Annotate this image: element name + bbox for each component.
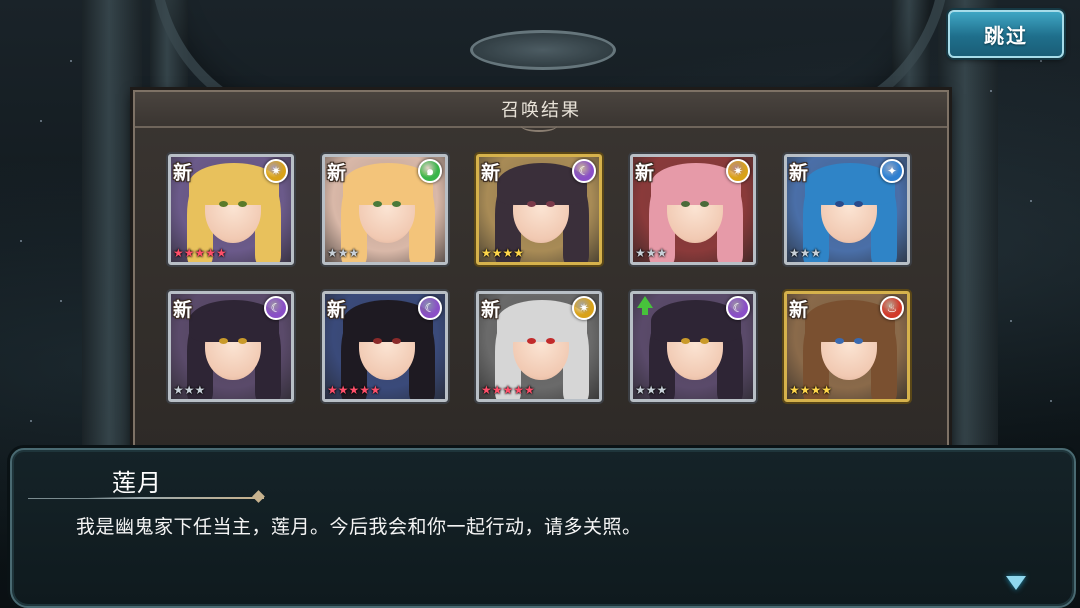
eye: [392, 201, 401, 207]
rarity-stars: ★★★★: [789, 383, 833, 397]
star: [40, 120, 42, 122]
eye: [681, 338, 690, 344]
result-card[interactable]: 新 ✦ ★★★: [784, 154, 910, 265]
result-card[interactable]: 新 ☾ ★★★: [168, 291, 294, 402]
star: [20, 240, 22, 242]
rarity-stars: ★★★★★: [173, 246, 227, 260]
eye: [854, 201, 863, 207]
rarity-stars: ★★★: [327, 246, 360, 260]
rarity-stars: ★★★: [173, 383, 206, 397]
star: [1040, 60, 1042, 62]
skip-button[interactable]: 跳过: [948, 10, 1064, 58]
eye: [238, 338, 247, 344]
rarity-stars: ★★★: [789, 246, 822, 260]
moon-icon: ☾: [418, 296, 442, 320]
star: [1050, 400, 1052, 402]
sun-icon: ✷: [726, 159, 750, 183]
eye: [219, 338, 228, 344]
new-badge: 新: [173, 299, 193, 321]
result-card[interactable]: 新 ☾ ★★★★: [476, 154, 602, 265]
eye: [238, 201, 247, 207]
speaker-name: 莲月: [112, 469, 162, 497]
name-ornament: [252, 490, 265, 503]
rarity-stars: ★★★★★: [327, 383, 381, 397]
new-badge: 新: [635, 162, 655, 184]
panel-title: 召唤结果: [501, 100, 581, 121]
result-card[interactable]: 新 ✷ ★★★: [630, 154, 756, 265]
sun-icon: ✷: [572, 296, 596, 320]
eye: [681, 201, 690, 207]
star: [60, 300, 62, 302]
eye: [373, 338, 382, 344]
speaker-name-plate: 莲月: [28, 454, 265, 503]
new-badge: 新: [789, 162, 809, 184]
ceiling-dome: [470, 30, 616, 70]
dialog-box[interactable]: 莲月 我是幽鬼家下任当主，莲月。今后我会和你一起行动，请多关照。: [10, 448, 1076, 608]
star: [990, 90, 992, 92]
star: [1010, 320, 1012, 322]
sun-icon: ✷: [264, 159, 288, 183]
rarity-stars: ★★★: [635, 383, 668, 397]
summon-results-panel: 召唤结果 新 ✷ ★★★★★ 新 ๑ ★★★ 新 ☾ ★★★★ 新 ✷ ★★★ 新 ✦ ★★★ 新 ☾ ★★★ 新 ☾…: [133, 90, 949, 454]
eye: [392, 338, 401, 344]
rarity-stars: ★★★★★: [481, 383, 535, 397]
upgrade-arrow-icon: [637, 296, 653, 315]
eye: [835, 201, 844, 207]
rarity-stars: ★★★★: [481, 246, 525, 260]
star: [1030, 200, 1032, 202]
moon-icon: ☾: [726, 296, 750, 320]
eye: [700, 201, 709, 207]
new-badge: 新: [789, 299, 809, 321]
star: [70, 60, 72, 62]
eye: [700, 338, 709, 344]
result-card[interactable]: 新 ♨ ★★★★: [784, 291, 910, 402]
name-underline: [88, 497, 264, 499]
fire-icon: ♨: [880, 296, 904, 320]
new-badge: 新: [481, 162, 501, 184]
new-badge: 新: [173, 162, 193, 184]
star: [30, 420, 32, 422]
water-icon: ✦: [880, 159, 904, 183]
result-card[interactable]: 新 ๑ ★★★: [322, 154, 448, 265]
result-card[interactable]: ☾ ★★★: [630, 291, 756, 402]
wind-icon: ๑: [418, 159, 442, 183]
new-badge: 新: [327, 162, 347, 184]
eye: [527, 201, 536, 207]
next-arrow-icon[interactable]: [1006, 576, 1026, 590]
rarity-stars: ★★★: [635, 246, 668, 260]
eye: [527, 338, 536, 344]
eye: [546, 201, 555, 207]
moon-icon: ☾: [572, 159, 596, 183]
result-card[interactable]: 新 ☾ ★★★★★: [322, 291, 448, 402]
dialog-text: 我是幽鬼家下任当主，莲月。今后我会和你一起行动，请多关照。: [76, 516, 642, 538]
result-card[interactable]: 新 ✷ ★★★★★: [168, 154, 294, 265]
eye: [546, 338, 555, 344]
result-card[interactable]: 新 ✷ ★★★★★: [476, 291, 602, 402]
header-ornament: [521, 120, 557, 132]
new-badge: 新: [327, 299, 347, 321]
eye: [854, 338, 863, 344]
result-card-grid: 新 ✷ ★★★★★ 新๑ ★★★ 新 ☾ ★★★★ 新 ✷ ★★★ 新 ✦ ★★★ 新 ☾ ★★★ 新 ☾ ★★★★★…: [168, 154, 910, 402]
new-badge: 新: [481, 299, 501, 321]
eye: [373, 201, 382, 207]
moon-icon: ☾: [264, 296, 288, 320]
eye: [219, 201, 228, 207]
eye: [835, 338, 844, 344]
